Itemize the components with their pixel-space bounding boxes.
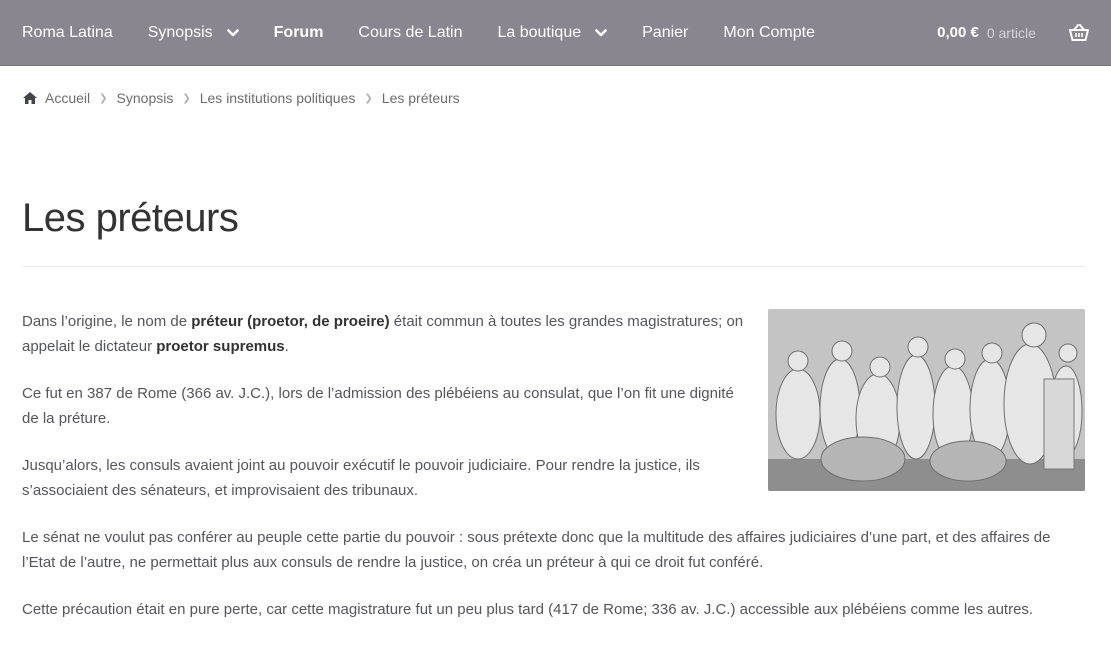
chevron-down-icon	[595, 28, 607, 36]
chevron-down-icon	[226, 28, 239, 36]
cart-summary[interactable]: 0,00 € 0 article	[883, 24, 1036, 41]
paragraph-1: Dans l’origine, le nom de préteur (proet…	[22, 309, 752, 359]
nav-mon-compte[interactable]: Mon Compte	[723, 24, 815, 42]
breadcrumb: Accueil ❯ Synopsis ❯ Les institutions po…	[22, 90, 460, 106]
site-header: Roma Latina Synopsis Forum Cours de Lati…	[0, 0, 1111, 66]
nav-panier[interactable]: Panier	[642, 24, 688, 42]
title-divider	[22, 266, 1085, 267]
paragraph-3: Jusqu’alors, les consuls avaient joint a…	[22, 457, 700, 499]
nav-la-boutique[interactable]: La boutique	[497, 24, 607, 42]
nav-label: Cours de Latin	[358, 23, 463, 41]
text-span: Dans l’origine, le nom de	[22, 313, 192, 330]
article-body: Dans l’origine, le nom de préteur (proet…	[22, 309, 1085, 644]
nav-synopsis[interactable]: Synopsis	[148, 24, 239, 42]
emphasis-preteur: préteur (proetor, de proeire)	[191, 313, 390, 330]
breadcrumb-institutions[interactable]: Les institutions politiques	[200, 90, 356, 106]
chevron-right-icon: ❯	[182, 92, 191, 104]
nav-label: Roma Latina	[22, 23, 113, 41]
page-title: Les préteurs	[22, 196, 239, 240]
paragraph-5: Cette précaution était en pure perte, ca…	[22, 601, 1034, 618]
nav-roma-latina[interactable]: Roma Latina	[22, 24, 113, 42]
paragraph-4: Le sénat ne voulut pas conférer au peupl…	[22, 529, 1051, 571]
basket-icon[interactable]	[1069, 23, 1089, 42]
nav-cours-de-latin[interactable]: Cours de Latin	[358, 24, 462, 42]
chevron-right-icon: ❯	[99, 92, 108, 104]
breadcrumb-current: Les préteurs	[381, 90, 460, 106]
home-icon	[23, 92, 37, 104]
cart-count: 0 article	[986, 24, 1036, 41]
nav-forum[interactable]: Forum	[274, 24, 324, 42]
nav-label: Mon Compte	[723, 23, 815, 41]
breadcrumb-synopsis[interactable]: Synopsis	[117, 90, 174, 106]
nav-label: La boutique	[497, 23, 582, 41]
text-span: .	[284, 338, 289, 355]
nav-label: Forum	[273, 23, 324, 41]
paragraph-2: Ce fut en 387 de Rome (366 av. J.C.), lo…	[22, 385, 734, 427]
nav-label: Panier	[642, 23, 689, 41]
main-nav: Roma Latina Synopsis Forum Cours de Lati…	[22, 0, 850, 65]
cart-amount: 0,00 €	[937, 24, 979, 41]
emphasis-proetor-supremus: proetor supremus	[156, 338, 285, 355]
breadcrumb-accueil[interactable]: Accueil	[45, 90, 90, 106]
chevron-right-icon: ❯	[364, 92, 373, 104]
nav-label: Synopsis	[147, 23, 213, 41]
